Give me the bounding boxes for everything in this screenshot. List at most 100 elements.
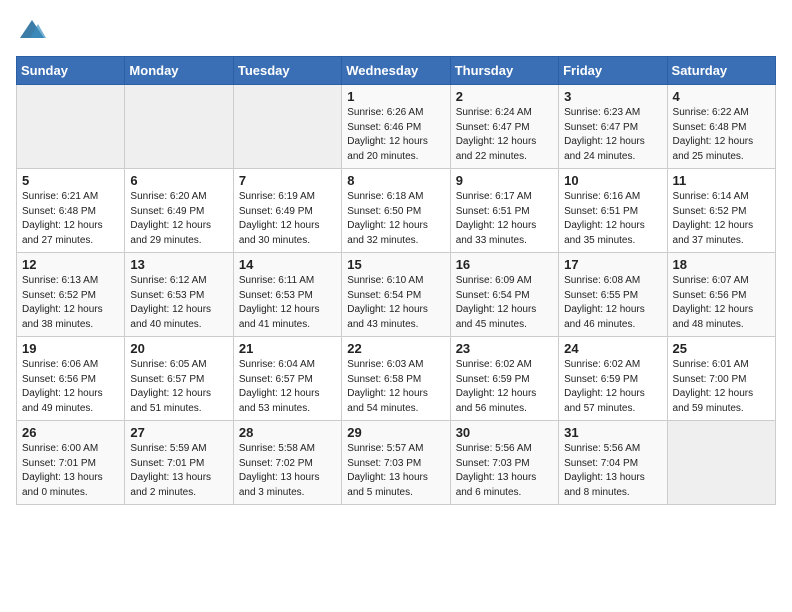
day-info: Sunrise: 6:22 AM Sunset: 6:48 PM Dayligh… <box>673 106 770 164</box>
day-number: 6 <box>130 173 227 188</box>
calendar-cell: 23 Sunrise: 6:02 AM Sunset: 6:59 PM Dayli… <box>450 337 558 421</box>
logo <box>16 16 46 44</box>
calendar-cell: 13 Sunrise: 6:12 AM Sunset: 6:53 PM Dayli… <box>125 253 233 337</box>
header-saturday: Saturday <box>667 57 775 85</box>
day-number: 1 <box>347 89 444 104</box>
calendar-cell <box>17 85 125 169</box>
calendar-cell: 30 Sunrise: 5:56 AM Sunset: 7:03 PM Dayli… <box>450 421 558 505</box>
header-thursday: Thursday <box>450 57 558 85</box>
day-info: Sunrise: 6:02 AM Sunset: 6:59 PM Dayligh… <box>564 358 661 416</box>
day-info: Sunrise: 6:18 AM Sunset: 6:50 PM Dayligh… <box>347 190 444 248</box>
header-sunday: Sunday <box>17 57 125 85</box>
calendar-cell: 29 Sunrise: 5:57 AM Sunset: 7:03 PM Dayli… <box>342 421 450 505</box>
day-number: 2 <box>456 89 553 104</box>
calendar-cell: 15 Sunrise: 6:10 AM Sunset: 6:54 PM Dayli… <box>342 253 450 337</box>
day-number: 30 <box>456 425 553 440</box>
calendar-cell: 9Sunrise: 6:17 AM Sunset: 6:51 PM Daylig… <box>450 169 558 253</box>
day-info: Sunrise: 5:58 AM Sunset: 7:02 PM Dayligh… <box>239 442 336 500</box>
day-info: Sunrise: 6:16 AM Sunset: 6:51 PM Dayligh… <box>564 190 661 248</box>
day-number: 19 <box>22 341 119 356</box>
day-info: Sunrise: 6:11 AM Sunset: 6:53 PM Dayligh… <box>239 274 336 332</box>
calendar-table: SundayMondayTuesdayWednesdayThursdayFrid… <box>16 56 776 505</box>
calendar-cell: 10Sunrise: 6:16 AM Sunset: 6:51 PM Dayli… <box>559 169 667 253</box>
day-info: Sunrise: 5:57 AM Sunset: 7:03 PM Dayligh… <box>347 442 444 500</box>
day-number: 18 <box>673 257 770 272</box>
calendar-cell <box>125 85 233 169</box>
day-info: Sunrise: 6:14 AM Sunset: 6:52 PM Dayligh… <box>673 190 770 248</box>
day-number: 29 <box>347 425 444 440</box>
calendar-cell: 14 Sunrise: 6:11 AM Sunset: 6:53 PM Dayli… <box>233 253 341 337</box>
logo-icon <box>18 16 46 44</box>
day-info: Sunrise: 6:09 AM Sunset: 6:54 PM Dayligh… <box>456 274 553 332</box>
day-info: Sunrise: 6:26 AM Sunset: 6:46 PM Dayligh… <box>347 106 444 164</box>
calendar-week-row: 5 Sunrise: 6:21 AM Sunset: 6:48 PM Daylig… <box>17 169 776 253</box>
calendar-cell: 6 Sunrise: 6:20 AM Sunset: 6:49 PM Daylig… <box>125 169 233 253</box>
day-number: 14 <box>239 257 336 272</box>
day-info: Sunrise: 6:10 AM Sunset: 6:54 PM Dayligh… <box>347 274 444 332</box>
day-info: Sunrise: 5:56 AM Sunset: 7:03 PM Dayligh… <box>456 442 553 500</box>
calendar-cell: 27Sunrise: 5:59 AM Sunset: 7:01 PM Dayli… <box>125 421 233 505</box>
day-info: Sunrise: 6:05 AM Sunset: 6:57 PM Dayligh… <box>130 358 227 416</box>
day-info: Sunrise: 6:13 AM Sunset: 6:52 PM Dayligh… <box>22 274 119 332</box>
calendar-cell: 21Sunrise: 6:04 AM Sunset: 6:57 PM Dayli… <box>233 337 341 421</box>
calendar-header-row: SundayMondayTuesdayWednesdayThursdayFrid… <box>17 57 776 85</box>
day-number: 22 <box>347 341 444 356</box>
calendar-cell: 11 Sunrise: 6:14 AM Sunset: 6:52 PM Dayli… <box>667 169 775 253</box>
calendar-cell: 2Sunrise: 6:24 AM Sunset: 6:47 PM Daylig… <box>450 85 558 169</box>
calendar-cell: 26Sunrise: 6:00 AM Sunset: 7:01 PM Dayli… <box>17 421 125 505</box>
day-number: 28 <box>239 425 336 440</box>
day-number: 16 <box>456 257 553 272</box>
calendar-cell: 1 Sunrise: 6:26 AM Sunset: 6:46 PM Daylig… <box>342 85 450 169</box>
calendar-cell: 20 Sunrise: 6:05 AM Sunset: 6:57 PM Dayli… <box>125 337 233 421</box>
day-info: Sunrise: 6:17 AM Sunset: 6:51 PM Dayligh… <box>456 190 553 248</box>
day-info: Sunrise: 6:06 AM Sunset: 6:56 PM Dayligh… <box>22 358 119 416</box>
calendar-cell: 18 Sunrise: 6:07 AM Sunset: 6:56 PM Dayli… <box>667 253 775 337</box>
day-info: Sunrise: 6:20 AM Sunset: 6:49 PM Dayligh… <box>130 190 227 248</box>
day-info: Sunrise: 6:03 AM Sunset: 6:58 PM Dayligh… <box>347 358 444 416</box>
header-wednesday: Wednesday <box>342 57 450 85</box>
calendar-cell: 22 Sunrise: 6:03 AM Sunset: 6:58 PM Dayli… <box>342 337 450 421</box>
day-info: Sunrise: 6:19 AM Sunset: 6:49 PM Dayligh… <box>239 190 336 248</box>
calendar-cell: 16 Sunrise: 6:09 AM Sunset: 6:54 PM Dayli… <box>450 253 558 337</box>
calendar-cell: 8Sunrise: 6:18 AM Sunset: 6:50 PM Daylig… <box>342 169 450 253</box>
day-number: 20 <box>130 341 227 356</box>
calendar-cell: 19 Sunrise: 6:06 AM Sunset: 6:56 PM Dayli… <box>17 337 125 421</box>
calendar-cell: 5 Sunrise: 6:21 AM Sunset: 6:48 PM Daylig… <box>17 169 125 253</box>
day-number: 25 <box>673 341 770 356</box>
day-info: Sunrise: 6:23 AM Sunset: 6:47 PM Dayligh… <box>564 106 661 164</box>
calendar-cell: 17Sunrise: 6:08 AM Sunset: 6:55 PM Dayli… <box>559 253 667 337</box>
header-monday: Monday <box>125 57 233 85</box>
day-info: Sunrise: 5:56 AM Sunset: 7:04 PM Dayligh… <box>564 442 661 500</box>
day-info: Sunrise: 6:07 AM Sunset: 6:56 PM Dayligh… <box>673 274 770 332</box>
day-number: 17 <box>564 257 661 272</box>
header-tuesday: Tuesday <box>233 57 341 85</box>
day-number: 31 <box>564 425 661 440</box>
calendar-cell <box>667 421 775 505</box>
day-number: 7 <box>239 173 336 188</box>
day-number: 4 <box>673 89 770 104</box>
day-number: 23 <box>456 341 553 356</box>
day-number: 15 <box>347 257 444 272</box>
day-info: Sunrise: 6:21 AM Sunset: 6:48 PM Dayligh… <box>22 190 119 248</box>
day-number: 3 <box>564 89 661 104</box>
day-number: 13 <box>130 257 227 272</box>
calendar-cell: 4 Sunrise: 6:22 AM Sunset: 6:48 PM Daylig… <box>667 85 775 169</box>
calendar-cell: 24Sunrise: 6:02 AM Sunset: 6:59 PM Dayli… <box>559 337 667 421</box>
calendar-cell: 3 Sunrise: 6:23 AM Sunset: 6:47 PM Daylig… <box>559 85 667 169</box>
calendar-cell: 25 Sunrise: 6:01 AM Sunset: 7:00 PM Dayli… <box>667 337 775 421</box>
day-info: Sunrise: 6:02 AM Sunset: 6:59 PM Dayligh… <box>456 358 553 416</box>
day-number: 12 <box>22 257 119 272</box>
day-number: 26 <box>22 425 119 440</box>
day-info: Sunrise: 6:01 AM Sunset: 7:00 PM Dayligh… <box>673 358 770 416</box>
calendar-cell: 12 Sunrise: 6:13 AM Sunset: 6:52 PM Dayli… <box>17 253 125 337</box>
calendar-cell <box>233 85 341 169</box>
day-info: Sunrise: 6:12 AM Sunset: 6:53 PM Dayligh… <box>130 274 227 332</box>
calendar-week-row: 19 Sunrise: 6:06 AM Sunset: 6:56 PM Dayli… <box>17 337 776 421</box>
calendar-cell: 7 Sunrise: 6:19 AM Sunset: 6:49 PM Daylig… <box>233 169 341 253</box>
header-friday: Friday <box>559 57 667 85</box>
calendar-cell: 31 Sunrise: 5:56 AM Sunset: 7:04 PM Dayli… <box>559 421 667 505</box>
day-number: 11 <box>673 173 770 188</box>
day-number: 21 <box>239 341 336 356</box>
day-number: 27 <box>130 425 227 440</box>
day-number: 5 <box>22 173 119 188</box>
